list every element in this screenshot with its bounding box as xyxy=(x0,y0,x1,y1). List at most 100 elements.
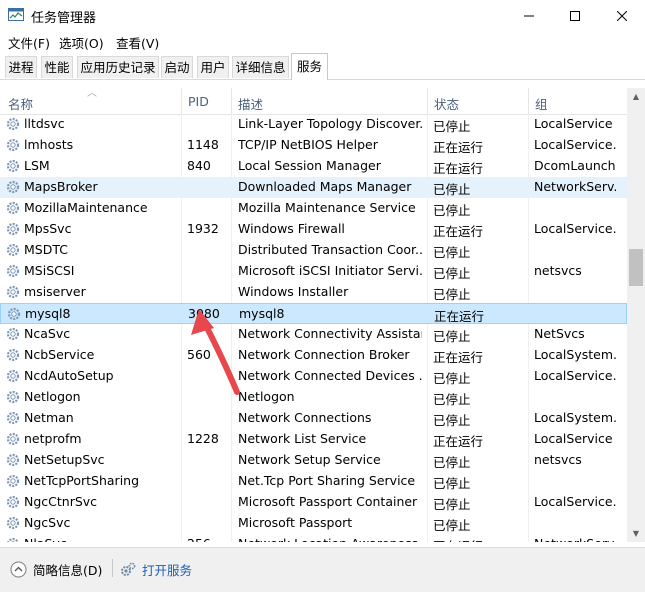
pid-cell: 1228 xyxy=(187,431,231,446)
description-cell: Network Setup Service xyxy=(238,452,422,467)
pid-cell: 840 xyxy=(187,158,231,173)
table-row[interactable]: netprofm1228Network List Service正在运行Loca… xyxy=(0,429,627,450)
status-cell: 已停止 xyxy=(433,368,523,387)
tab-services[interactable]: 服务 xyxy=(291,53,328,80)
column-header-name[interactable]: 名称 xyxy=(8,94,33,113)
status-cell: 已停止 xyxy=(433,326,523,345)
column-divider[interactable] xyxy=(231,88,232,114)
collapse-chevron-icon xyxy=(10,561,27,578)
service-gear-icon xyxy=(6,453,20,467)
scroll-up-arrow-icon[interactable]: ▲ xyxy=(627,88,645,105)
scroll-down-arrow-icon[interactable]: ▼ xyxy=(627,525,645,542)
service-name-cell: MSDTC xyxy=(24,242,179,257)
pid-cell: 560 xyxy=(187,347,231,362)
description-cell: mysql8 xyxy=(239,306,423,321)
status-cell: 已停止 xyxy=(433,389,523,408)
table-row[interactable]: lmhosts1148TCP/IP NetBIOS Helper正在运行Loca… xyxy=(0,135,627,156)
column-divider[interactable] xyxy=(528,88,529,114)
group-cell: LocalService... xyxy=(534,494,617,509)
service-gear-icon xyxy=(6,201,20,215)
description-cell: Local Session Manager xyxy=(238,158,422,173)
table-row[interactable]: NgcCtnrSvcMicrosoft Passport Container已停… xyxy=(0,492,627,513)
description-cell: Distributed Transaction Coor... xyxy=(238,242,422,257)
table-row[interactable]: MozillaMaintenanceMozilla Maintenance Se… xyxy=(0,198,627,219)
table-row[interactable]: NetSetupSvc Network Setup Service 已停止 netsv… xyxy=(0,450,627,471)
table-row[interactable]: NlaSvc256Network Location Awareness正在运行N… xyxy=(0,534,627,542)
column-header-description[interactable]: 描述 xyxy=(238,94,263,113)
service-gear-icon xyxy=(6,285,20,299)
status-cell: 已停止 xyxy=(433,515,523,534)
menu-options[interactable]: 选项(O) xyxy=(59,33,104,52)
tab-startup[interactable]: 启动 xyxy=(161,56,193,78)
table-row[interactable]: NetlogonNetlogon已停止 xyxy=(0,387,627,408)
service-gear-icon xyxy=(6,159,20,173)
status-footer: 简略信息(D) 打开服务 xyxy=(0,547,645,592)
close-button[interactable] xyxy=(599,0,645,31)
column-divider[interactable] xyxy=(181,88,182,114)
group-cell: DcomLaunch xyxy=(534,158,617,173)
tab-processes[interactable]: 进程 xyxy=(5,56,37,78)
open-services-link[interactable]: 打开服务 xyxy=(120,560,192,579)
table-row[interactable]: NcaSvcNetwork Connectivity Assistant已停止N… xyxy=(0,324,627,345)
table-row[interactable]: MSDTCDistributed Transaction Coor...已停止 xyxy=(0,240,627,261)
status-cell: 正在运行 xyxy=(433,347,523,366)
table-row[interactable]: NetmanNetwork Connections已停止LocalSystem.… xyxy=(0,408,627,429)
maximize-button[interactable] xyxy=(552,0,598,31)
column-divider[interactable] xyxy=(427,88,428,114)
table-row[interactable]: MapsBrokerDownloaded Maps Manager已停止Netw… xyxy=(0,177,627,198)
column-header-group[interactable]: 组 xyxy=(535,94,548,113)
tab-users[interactable]: 用户 xyxy=(197,56,229,78)
service-gear-icon xyxy=(6,390,20,404)
table-row[interactable]: NetTcpPortSharingNet.Tcp Port Sharing Se… xyxy=(0,471,627,492)
group-cell: netsvcs xyxy=(534,263,617,278)
fewer-details-label: 简略信息(D) xyxy=(33,560,102,579)
status-cell: 正在运行 xyxy=(434,306,524,325)
service-name-cell: NetSetupSvc xyxy=(24,452,179,467)
table-row[interactable]: LSM840Local Session Manager正在运行DcomLaunc… xyxy=(0,156,627,177)
description-cell: Network Connections xyxy=(238,410,422,425)
vertical-scrollbar[interactable]: ▲ ▼ xyxy=(627,88,645,542)
table-row[interactable]: MSiSCSIMicrosoft iSCSI Initiator Servi..… xyxy=(0,261,627,282)
task-manager-icon xyxy=(8,7,24,23)
status-cell: 已停止 xyxy=(433,263,523,282)
description-cell: Windows Firewall xyxy=(238,221,422,236)
fewer-details-button[interactable]: 简略信息(D) xyxy=(10,560,102,579)
status-cell: 已停止 xyxy=(433,284,523,303)
menu-file[interactable]: 文件(F) xyxy=(8,33,50,52)
status-cell: 正在运行 xyxy=(433,137,523,156)
group-cell: NetSvcs xyxy=(534,326,617,341)
status-cell: 已停止 xyxy=(433,452,523,471)
tab-app-history[interactable]: 应用历史记录 xyxy=(77,56,159,78)
table-row[interactable]: MpsSvc1932Windows Firewall正在运行LocalServi… xyxy=(0,219,627,240)
title-bar: 任务管理器 xyxy=(0,0,645,31)
column-header-pid[interactable]: PID xyxy=(188,94,209,109)
service-gear-icon xyxy=(6,138,20,152)
column-header-status[interactable]: 状态 xyxy=(434,94,459,113)
service-gear-icon xyxy=(6,264,20,278)
group-cell: LocalService xyxy=(534,431,617,446)
service-gear-icon xyxy=(6,474,20,488)
table-row[interactable]: lltdsvcLink-Layer Topology Discover...已停… xyxy=(0,114,627,135)
description-cell: Microsoft iSCSI Initiator Servi... xyxy=(238,263,422,278)
service-name-cell: NgcSvc xyxy=(24,515,179,530)
table-row[interactable]: msiserverWindows Installer已停止 xyxy=(0,282,627,303)
menu-view[interactable]: 查看(V) xyxy=(116,33,159,52)
table-row[interactable]: mysql83080mysql8正在运行 xyxy=(0,303,627,324)
menu-bar: 文件(F) 选项(O) 查看(V) xyxy=(0,31,645,51)
pid-cell: 1148 xyxy=(187,137,231,152)
table-row[interactable]: NgcSvcMicrosoft Passport已停止 xyxy=(0,513,627,534)
group-cell: netsvcs xyxy=(534,452,617,467)
status-cell: 已停止 xyxy=(433,116,523,135)
service-name-cell: lmhosts xyxy=(24,137,179,152)
status-cell: 正在运行 xyxy=(433,221,523,240)
tab-performance[interactable]: 性能 xyxy=(41,56,73,78)
service-name-cell: NcdAutoSetup xyxy=(24,368,179,383)
tab-details[interactable]: 详细信息 xyxy=(232,56,289,78)
table-row[interactable]: NcbService560Network Connection Broker正在… xyxy=(0,345,627,366)
scrollbar-thumb[interactable] xyxy=(629,249,643,286)
pid-cell: 3080 xyxy=(188,306,232,321)
minimize-button[interactable] xyxy=(506,0,552,31)
table-row[interactable]: NcdAutoSetupNetwork Connected Devices ..… xyxy=(0,366,627,387)
service-gear-icon xyxy=(6,432,20,446)
service-gear-icon xyxy=(7,307,21,321)
